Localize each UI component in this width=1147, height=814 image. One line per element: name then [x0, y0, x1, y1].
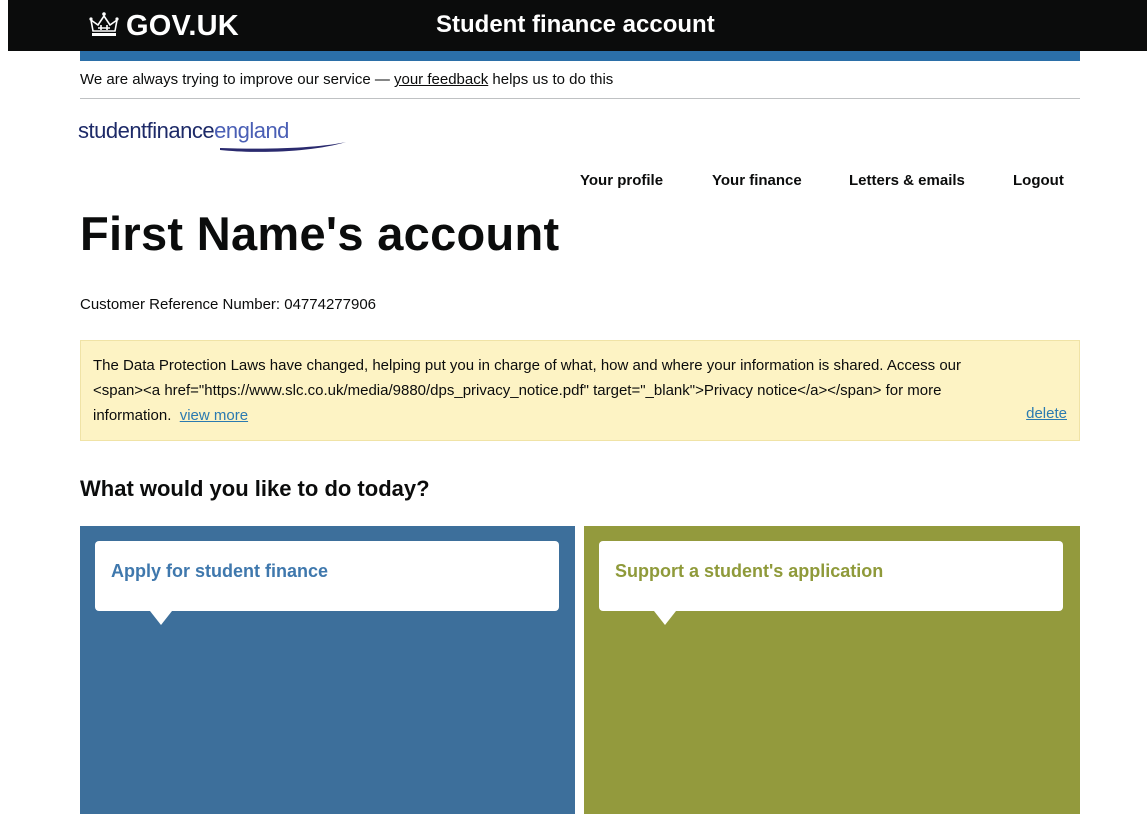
notice-line-3-text: information. — [93, 407, 172, 424]
crown-icon — [88, 11, 120, 42]
customer-reference-number: Customer Reference Number: 04774277906 — [80, 296, 376, 313]
feedback-link[interactable]: your feedback — [394, 71, 488, 88]
notice-line-1: The Data Protection Laws have changed, h… — [93, 357, 962, 374]
main-navigation: Your profile Your finance Letters & emai… — [0, 172, 1080, 194]
sfe-logo[interactable]: studentfinanceengland — [78, 118, 348, 158]
nav-your-profile[interactable]: Your profile — [580, 172, 663, 189]
feedback-prefix: We are always trying to improve our serv… — [80, 71, 394, 88]
service-name[interactable]: Student finance account — [436, 11, 715, 39]
support-tile[interactable]: Support a student's application — [584, 526, 1080, 814]
nav-logout[interactable]: Logout — [1013, 172, 1064, 189]
sfe-logo-text-student-finance: studentfinance — [78, 118, 215, 143]
crn-label: Customer Reference Number: — [80, 296, 285, 313]
feedback-banner: We are always trying to improve our serv… — [80, 61, 1080, 99]
apply-tile[interactable]: Apply for student finance — [80, 526, 575, 814]
notice-line-2: <span><a href="https://www.slc.co.uk/med… — [93, 382, 942, 399]
header-blue-stripe — [80, 51, 1080, 61]
section-heading: What would you like to do today? — [80, 476, 430, 501]
govuk-logo-text: GOV.UK — [126, 10, 239, 42]
govuk-header: GOV.UK Student finance account — [8, 0, 1147, 51]
view-more-link[interactable]: view more — [180, 407, 248, 424]
govuk-logo-link[interactable]: GOV.UK — [88, 10, 239, 43]
delete-notice-link[interactable]: delete — [1026, 401, 1067, 426]
page-title: First Name's account — [80, 207, 560, 260]
sfe-swoosh-icon — [220, 142, 346, 152]
nav-your-finance[interactable]: Your finance — [712, 172, 802, 189]
support-student-application-link[interactable]: Support a student's application — [599, 541, 1063, 625]
feedback-suffix: helps us to do this — [488, 71, 614, 88]
apply-for-student-finance-link[interactable]: Apply for student finance — [95, 541, 559, 625]
data-protection-notice: The Data Protection Laws have changed, h… — [80, 340, 1080, 441]
crn-value: 04774277906 — [284, 296, 377, 313]
notice-line-3: information. view more — [93, 403, 1067, 428]
nav-letters-emails[interactable]: Letters & emails — [849, 172, 965, 189]
